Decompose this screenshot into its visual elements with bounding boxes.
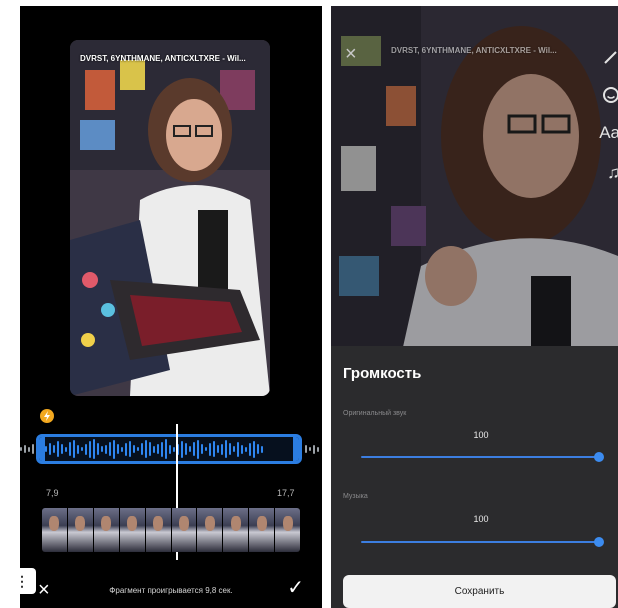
confirm-icon[interactable]: ✓ xyxy=(287,578,304,598)
menu-icon[interactable]: ⋮ xyxy=(8,568,36,594)
timeline-frame xyxy=(197,508,223,552)
timeline-frame xyxy=(249,508,275,552)
original-sound-label: Оригинальный звук xyxy=(343,410,407,417)
fragment-selection[interactable] xyxy=(36,434,302,464)
music-slider[interactable] xyxy=(361,541,599,543)
end-time-label: 17,7 xyxy=(277,488,295,498)
waveform xyxy=(45,437,293,461)
timeline-frame xyxy=(93,508,119,552)
video-timeline[interactable] xyxy=(42,508,300,552)
volume-sheet: Громкость Оригинальный звук 100 Музыка 1… xyxy=(331,346,618,608)
video-preview: DVRST, 6YNTHMANE, ANTICXLTXRE - Wil... xyxy=(70,40,270,396)
fragment-duration-text: Фрагмент проигрывается 9,8 сек. xyxy=(109,586,233,595)
sticker-icon[interactable] xyxy=(602,86,618,108)
start-time-label: 7,9 xyxy=(46,488,59,498)
waveform-right-outside xyxy=(305,434,319,464)
music-label: Музыка xyxy=(343,493,368,500)
timeline-frame xyxy=(67,508,93,552)
original-sound-slider-knob[interactable] xyxy=(594,452,604,462)
track-title: DVRST, 6YNTHMANE, ANTICXLTXRE - Wil... xyxy=(80,54,246,63)
timeline-frame xyxy=(275,508,300,552)
original-sound-value: 100 xyxy=(473,430,489,440)
timeline-frame xyxy=(145,508,171,552)
selection-end-handle[interactable] xyxy=(293,437,299,461)
close-icon[interactable]: × xyxy=(345,44,357,64)
timeline-frame xyxy=(171,508,197,552)
save-button[interactable]: Сохранить xyxy=(343,575,616,608)
music-value: 100 xyxy=(473,514,489,524)
lightning-icon[interactable] xyxy=(40,409,54,423)
original-sound-slider[interactable] xyxy=(361,456,599,458)
story-preview xyxy=(331,6,618,356)
waveform-left-outside xyxy=(20,434,34,464)
music-slider-knob[interactable] xyxy=(594,537,604,547)
music-icon[interactable]: ♫ xyxy=(607,164,618,182)
fragment-editor-panel: DVRST, 6YNTHMANE, ANTICXLTXRE - Wil... 7… xyxy=(20,6,322,608)
text-icon[interactable]: Aa xyxy=(599,124,618,142)
timeline-frame xyxy=(223,508,249,552)
timeline-frame xyxy=(42,508,67,552)
draw-icon[interactable] xyxy=(602,48,618,70)
volume-panel: DVRST, 6YNTHMANE, ANTICXLTXRE - Wil... ×… xyxy=(331,6,618,608)
timeline-frame xyxy=(119,508,145,552)
sheet-title: Громкость xyxy=(343,365,422,382)
track-title: DVRST, 6YNTHMANE, ANTICXLTXRE - Wil... xyxy=(391,46,557,55)
